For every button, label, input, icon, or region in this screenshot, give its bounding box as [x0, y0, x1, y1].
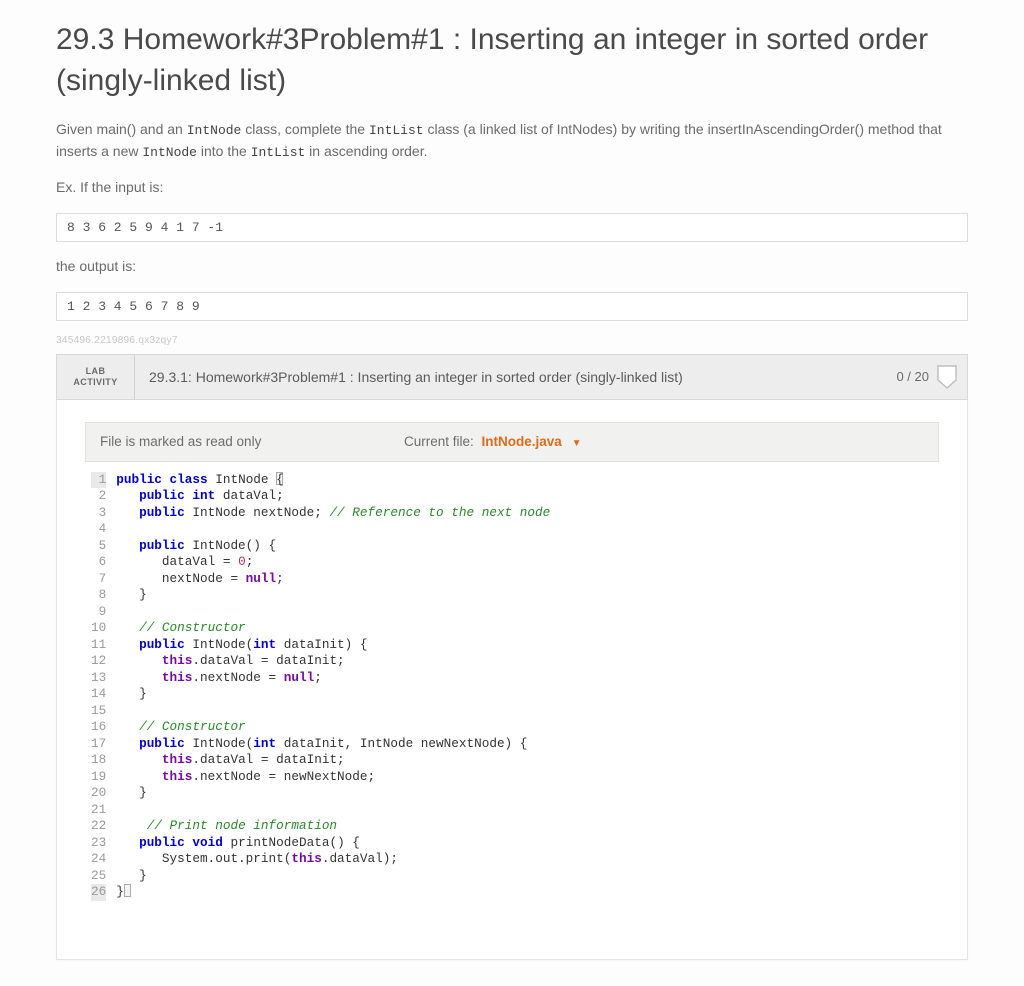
code-line: public IntNode(int dataInit) { [116, 637, 550, 654]
problem-description: Given main() and an IntNode class, compl… [56, 119, 968, 163]
desc-part: in ascending order. [305, 143, 427, 159]
desc-part: class, complete the [241, 121, 369, 137]
line-number: 15 [91, 703, 106, 720]
code-line: } [116, 686, 550, 703]
code-area: 1234567891011121314151617181920212223242… [85, 470, 939, 903]
line-number: 18 [91, 752, 106, 769]
current-file-label: Current file: [404, 434, 474, 449]
lab-score-text: 0 / 20 [896, 369, 929, 384]
line-number: 20 [91, 785, 106, 802]
example-input-box: 8 3 6 2 5 9 4 1 7 -1 [56, 213, 968, 242]
line-number: 6 [91, 554, 106, 571]
code-line: } [116, 587, 550, 604]
line-number: 13 [91, 670, 106, 687]
code-editor-panel: File is marked as read only Current file… [56, 400, 968, 960]
line-number: 24 [91, 851, 106, 868]
code-line: public void printNodeData() { [116, 835, 550, 852]
shield-icon [937, 365, 957, 389]
line-number: 16 [91, 719, 106, 736]
code-line: } [116, 785, 550, 802]
line-number: 17 [91, 736, 106, 753]
code-line: nextNode = null; [116, 571, 550, 588]
code-line: // Constructor [116, 719, 550, 736]
code-line: } [116, 868, 550, 885]
desc-part: Given main() and an [56, 121, 187, 137]
desc-code: IntList [369, 123, 424, 138]
line-number: 26 [91, 884, 106, 901]
example-output-label: the output is: [56, 256, 968, 278]
lab-activity-tag: LAB ACTIVITY [57, 355, 135, 399]
code-content: public class IntNode { public int dataVa… [116, 470, 550, 903]
line-number: 3 [91, 505, 106, 522]
content-id: 345496.2219896.qx3zqy7 [56, 335, 968, 346]
code-line: public IntNode(int dataInit, IntNode new… [116, 736, 550, 753]
line-number: 22 [91, 818, 106, 835]
line-number: 25 [91, 868, 106, 885]
code-line: public IntNode() { [116, 538, 550, 555]
lab-activity-bar: LAB ACTIVITY 29.3.1: Homework#3Problem#1… [56, 354, 968, 400]
desc-code: IntList [251, 145, 306, 160]
code-line: } [116, 884, 550, 901]
example-input-label: Ex. If the input is: [56, 177, 968, 199]
line-number: 1 [91, 472, 106, 489]
line-number: 5 [91, 538, 106, 555]
line-number: 21 [91, 802, 106, 819]
readonly-label: File is marked as read only [86, 434, 366, 449]
line-number: 19 [91, 769, 106, 786]
line-number: 7 [91, 571, 106, 588]
code-line: public class IntNode { [116, 472, 550, 489]
code-line: dataVal = 0; [116, 554, 550, 571]
code-line: public IntNode nextNode; // Reference to… [116, 505, 550, 522]
code-line: System.out.print(this.dataVal); [116, 851, 550, 868]
file-bar: File is marked as read only Current file… [85, 422, 939, 462]
code-line [116, 802, 550, 819]
example-output-box: 1 2 3 4 5 6 7 8 9 [56, 292, 968, 321]
line-number: 11 [91, 637, 106, 654]
line-number: 10 [91, 620, 106, 637]
line-number: 12 [91, 653, 106, 670]
code-line: this.dataVal = dataInit; [116, 653, 550, 670]
line-number: 4 [91, 521, 106, 538]
line-number: 9 [91, 604, 106, 621]
line-number: 8 [91, 587, 106, 604]
code-line: // Print node information [116, 818, 550, 835]
line-number: 2 [91, 488, 106, 505]
code-line: this.nextNode = null; [116, 670, 550, 687]
current-file-selector[interactable]: Current file: IntNode.java ▼ [366, 434, 938, 449]
lab-tag-line1: LAB [86, 366, 106, 377]
code-line [116, 521, 550, 538]
lab-score: 0 / 20 [886, 355, 967, 399]
line-number-gutter: 1234567891011121314151617181920212223242… [85, 470, 116, 903]
chevron-down-icon: ▼ [572, 438, 582, 449]
line-number: 14 [91, 686, 106, 703]
lab-tag-line2: ACTIVITY [73, 377, 117, 388]
code-line [116, 703, 550, 720]
desc-code: IntNode [187, 123, 242, 138]
line-number: 23 [91, 835, 106, 852]
code-line: this.nextNode = newNextNode; [116, 769, 550, 786]
lab-activity-title: 29.3.1: Homework#3Problem#1 : Inserting … [135, 355, 886, 399]
desc-part: into the [197, 143, 251, 159]
desc-code: IntNode [142, 145, 197, 160]
code-line: // Constructor [116, 620, 550, 637]
code-line: this.dataVal = dataInit; [116, 752, 550, 769]
code-line: public int dataVal; [116, 488, 550, 505]
page-title: 29.3 Homework#3Problem#1 : Inserting an … [56, 20, 968, 101]
current-file-name: IntNode.java [482, 434, 562, 449]
code-line [116, 604, 550, 621]
